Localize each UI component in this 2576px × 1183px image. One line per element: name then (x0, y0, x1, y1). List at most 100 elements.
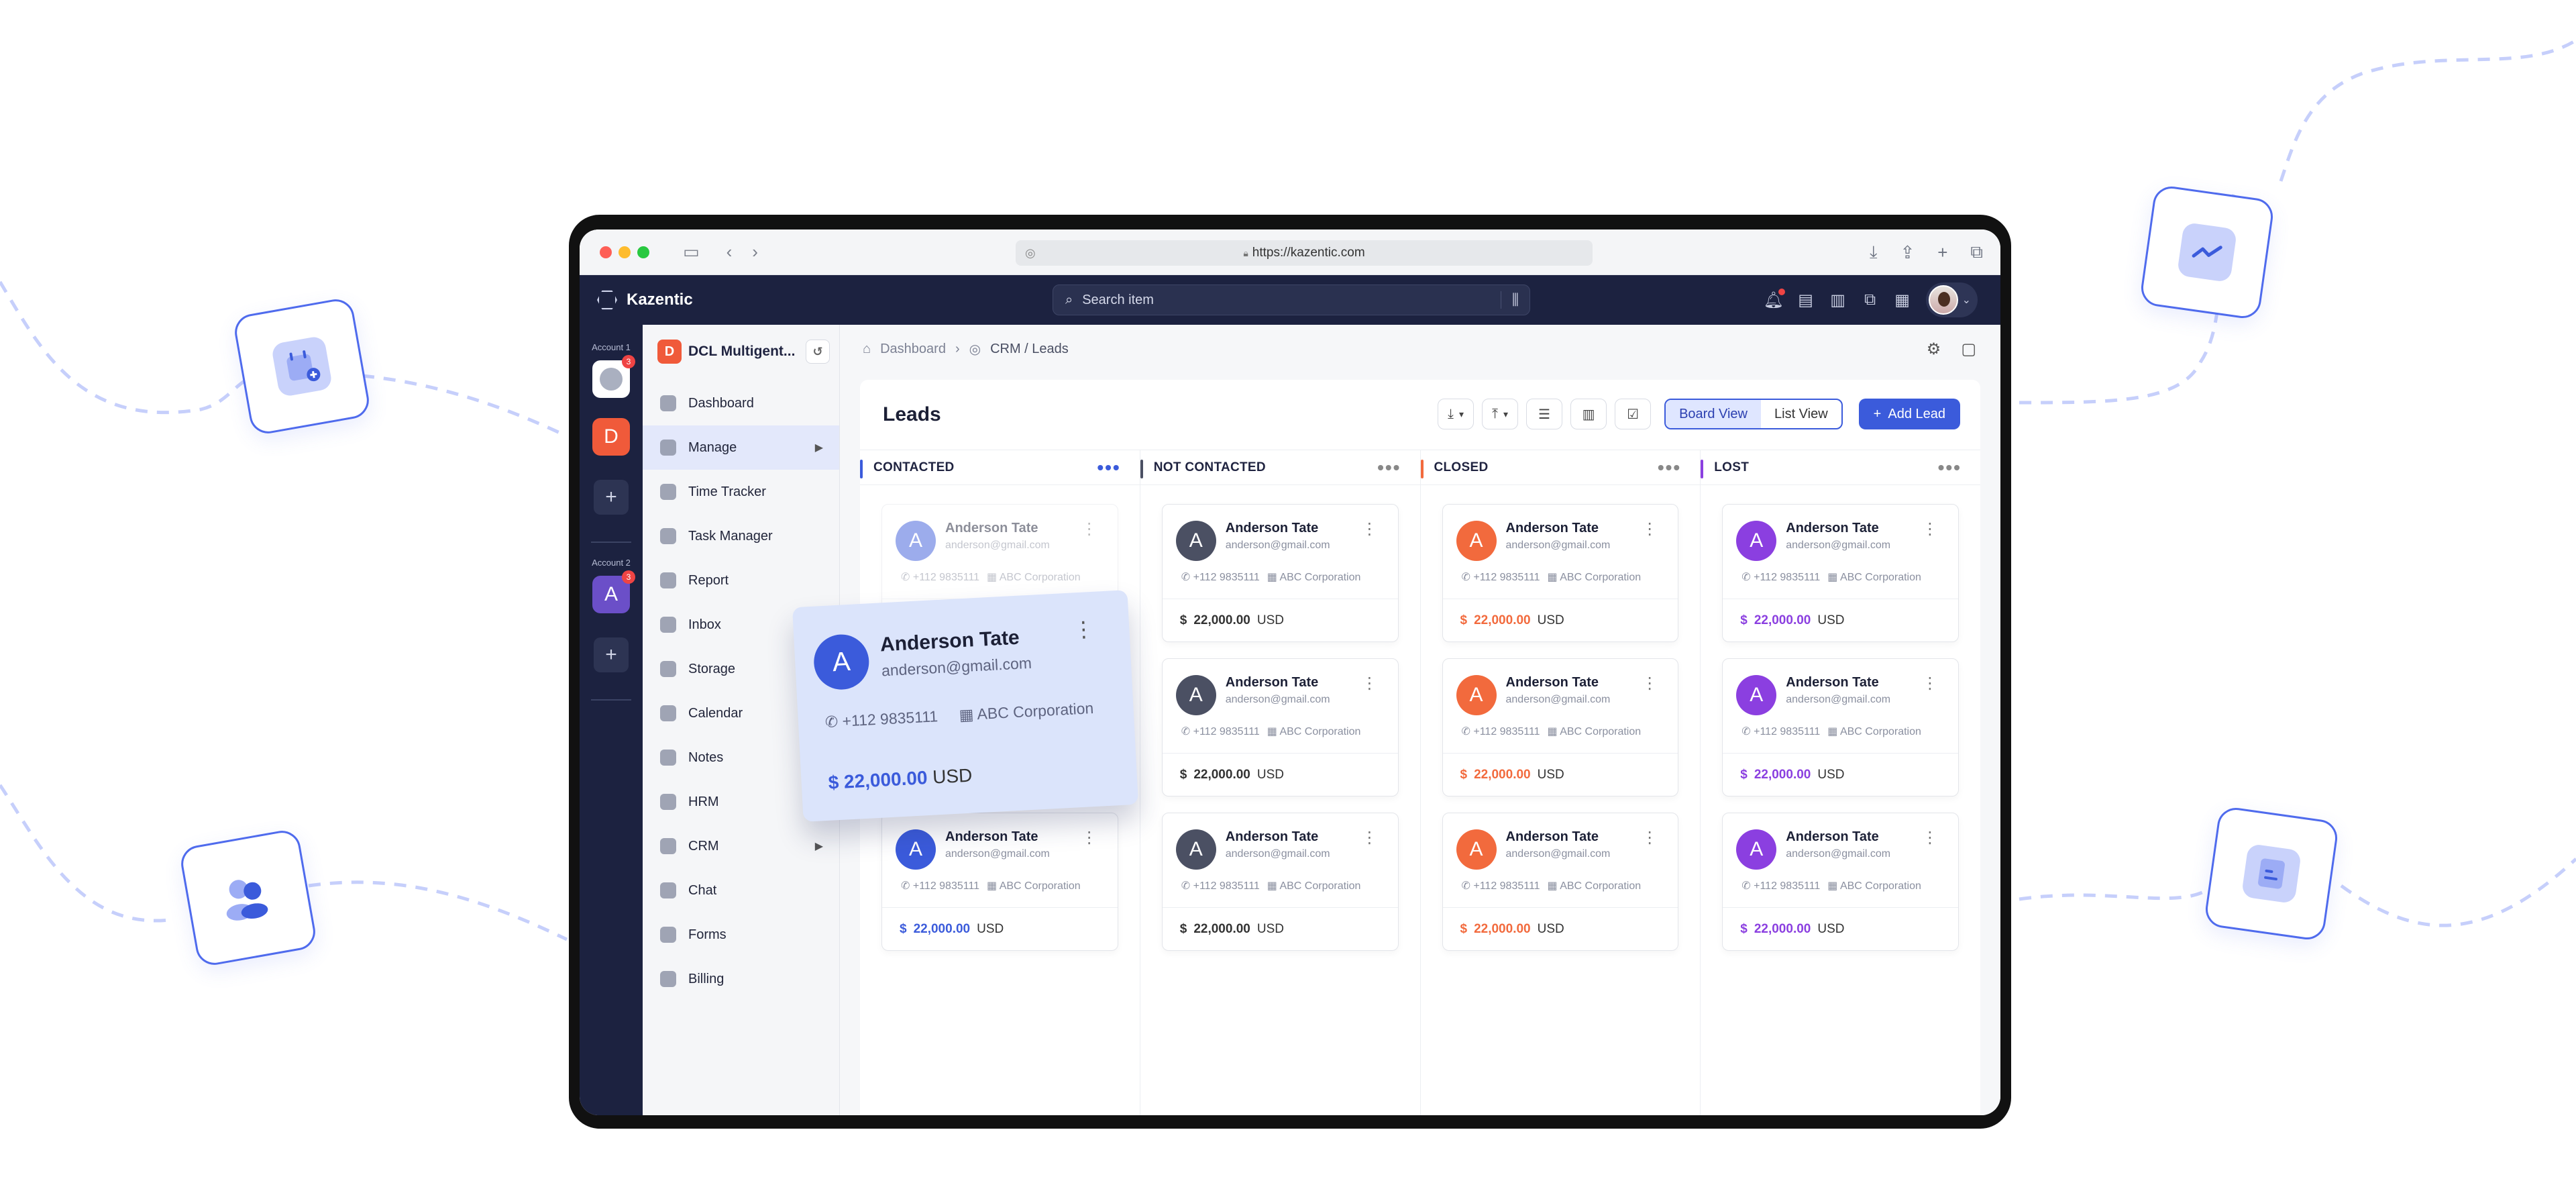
upload-icon: ⤒ (1492, 406, 1498, 421)
new-tab-icon[interactable]: + (1937, 242, 1947, 263)
kebab-menu-icon[interactable]: ⋮ (1362, 519, 1378, 539)
lead-card[interactable]: A Anderson Tate anderson@gmail.com ⋮ ✆ +112 … (1442, 504, 1679, 642)
lead-card[interactable]: A Anderson Tate anderson@gmail.com ⋮ ✆ +112 … (1161, 504, 1399, 642)
brand[interactable]: Kazentic (597, 290, 693, 310)
close-window-dot[interactable] (600, 246, 612, 258)
storage-icon (660, 661, 676, 677)
building-icon: ▦ (1267, 880, 1280, 892)
lead-card[interactable]: A Anderson Tate anderson@gmail.com ⋮ ✆ +112 … (1722, 658, 1959, 796)
kebab-menu-icon[interactable]: ⋮ (1362, 674, 1378, 693)
upload-menu-button[interactable]: ⤒ ▾ (1482, 399, 1519, 429)
sidebar-item-forms[interactable]: Forms (643, 913, 839, 957)
sidebar-item-dashboard[interactable]: Dashboard (643, 381, 839, 425)
site-settings-icon[interactable]: ◎ (1025, 246, 1036, 260)
notes-icon[interactable]: ▤ (1797, 291, 1815, 309)
sidebar-item-task-manager[interactable]: Task Manager (643, 514, 839, 558)
kebab-menu-icon[interactable]: ⋮ (1081, 828, 1097, 847)
sidebar-toggle-icon[interactable]: ▭ (683, 242, 700, 262)
kebab-menu-icon[interactable]: ⋮ (1922, 828, 1938, 847)
kebab-menu-icon[interactable]: ⋮ (1362, 828, 1378, 847)
add-workspace-2-button[interactable]: + (594, 637, 629, 672)
lead-amount-value: 22,000.00 (1754, 767, 1811, 782)
integrations-icon[interactable]: ⧉ (1862, 291, 1879, 309)
lead-phone-text: +112 9835111 (1473, 726, 1540, 737)
notification-dot (1778, 289, 1785, 295)
list-view-tab[interactable]: List View (1761, 400, 1841, 428)
account2-avatar[interactable]: A 3 (592, 570, 635, 613)
address-bar[interactable]: ◎ 🔒︎ https://kazentic.com (1016, 240, 1593, 266)
phone-icon: ✆ (1461, 880, 1474, 892)
lead-card[interactable]: A Anderson Tate anderson@gmail.com ⋮ ✆ +112 … (881, 813, 1118, 951)
kebab-menu-icon[interactable]: ⋮ (1642, 519, 1658, 539)
share-icon[interactable]: ⇪ (1900, 242, 1915, 263)
column-more-icon[interactable]: ••• (1097, 457, 1120, 478)
back-icon[interactable]: ‹ (727, 242, 733, 262)
kebab-menu-icon[interactable]: ⋮ (1922, 674, 1938, 693)
chevron-right-icon: ▶ (814, 442, 823, 454)
lead-card[interactable]: A Anderson Tate anderson@gmail.com ⋮ ✆ +112 … (1722, 504, 1959, 642)
filter-button[interactable]: ☰ (1526, 399, 1563, 429)
workspace-d-tile[interactable]: D (592, 418, 630, 456)
workspace-header[interactable]: D DCL Multigent... ↺ (657, 340, 830, 364)
maximize-window-dot[interactable] (637, 246, 649, 258)
minimize-window-dot[interactable] (619, 246, 631, 258)
forward-icon[interactable]: › (752, 242, 758, 262)
lead-name: Anderson Tate (945, 521, 1038, 535)
sidebar-item-manage[interactable]: Manage ▶ (643, 425, 839, 470)
sidebar-item-billing[interactable]: Billing (643, 957, 839, 1001)
lead-company: ▦ ABC Corporation (1267, 570, 1361, 584)
notifications-icon[interactable]: 🔔︎ (1763, 289, 1785, 309)
download-icon[interactable]: ⤓ (1870, 242, 1878, 263)
dragged-lead-card[interactable]: A Anderson Tate anderson@gmail.com ⋮ ✆ +… (792, 590, 1139, 822)
kebab-menu-icon[interactable]: ⋮ (1072, 616, 1095, 643)
document-tile (2203, 805, 2340, 942)
checklist-button[interactable]: ☑ (1615, 399, 1652, 429)
sidebar-item-report[interactable]: Report (643, 558, 839, 603)
lead-company: ▦ ABC Corporation (959, 699, 1094, 724)
kebab-menu-icon[interactable]: ⋮ (1081, 519, 1097, 539)
sidebar-item-label: Dashboard (688, 395, 754, 411)
lead-card[interactable]: A Anderson Tate anderson@gmail.com ⋮ ✆ +112 … (1442, 813, 1679, 951)
settings-icon[interactable]: ⚙︎ (1927, 340, 1941, 359)
card-list: A Anderson Tate anderson@gmail.com ⋮ ✆ +112 … (1701, 485, 1980, 951)
add-lead-button[interactable]: + Add Lead (1858, 399, 1960, 429)
lead-card[interactable]: A Anderson Tate anderson@gmail.com ⋮ ✆ +112 … (1442, 658, 1679, 796)
account1-avatar[interactable]: 3 (592, 355, 635, 398)
board-view-tab[interactable]: Board View (1666, 400, 1761, 428)
sidebar-item-label: HRM (688, 794, 719, 809)
sidebar-item-time-tracker[interactable]: Time Tracker (643, 470, 839, 514)
add-workspace-button[interactable]: + (594, 480, 629, 515)
kebab-menu-icon[interactable]: ⋮ (1922, 519, 1938, 539)
apps-grid-icon[interactable]: ▦ (1894, 291, 1911, 309)
phone-icon: ✆ (1461, 726, 1474, 737)
download-menu-button[interactable]: ⤓ ▾ (1438, 399, 1474, 429)
lead-card[interactable]: A Anderson Tate anderson@gmail.com ⋮ ✆ +112 … (1161, 813, 1399, 951)
lead-phone: ✆ +112 9835111 (1181, 879, 1260, 892)
column-header: NOT CONTACTED ••• (1140, 450, 1420, 485)
phone-icon: ✆ (901, 572, 913, 583)
lead-phone-text: +112 9835111 (912, 572, 980, 583)
phone-icon: ✆ (901, 880, 913, 892)
lead-name: Anderson Tate (1786, 675, 1879, 690)
feedback-icon[interactable]: ▢ (1961, 340, 1976, 359)
voice-search-icon[interactable]: ⫼ (1500, 291, 1519, 309)
search-input[interactable]: ⌕ Search item ⫼ (1053, 285, 1530, 315)
columns-button[interactable]: ▥ (1570, 399, 1607, 429)
lead-card[interactable]: A Anderson Tate anderson@gmail.com ⋮ ✆ +112 … (1722, 813, 1959, 951)
lead-avatar: A (1175, 829, 1216, 870)
breadcrumb-dashboard[interactable]: Dashboard (880, 342, 946, 357)
sidebar-item-crm[interactable]: CRM ▶ (643, 824, 839, 868)
kebab-menu-icon[interactable]: ⋮ (1642, 674, 1658, 693)
lead-currency: USD (1537, 767, 1564, 782)
profile-menu[interactable]: ⌄ (1925, 282, 1978, 317)
clipboard-icon[interactable]: ▥ (1829, 291, 1847, 309)
tabs-overview-icon[interactable]: ⧉ (1970, 242, 1983, 263)
column-more-icon[interactable]: ••• (1938, 457, 1962, 478)
lead-card[interactable]: A Anderson Tate anderson@gmail.com ⋮ ✆ +112 … (1161, 658, 1399, 796)
collapse-sidebar-icon[interactable]: ↺ (806, 340, 830, 364)
column-more-icon[interactable]: ••• (1658, 457, 1681, 478)
column-more-icon[interactable]: ••• (1377, 457, 1401, 478)
kebab-menu-icon[interactable]: ⋮ (1642, 828, 1658, 847)
stage: ▭ ‹ › ◎ 🔒︎ https://kazentic.com ⤓ ⇪ + ⧉ (0, 0, 2576, 1183)
sidebar-item-chat[interactable]: Chat (643, 868, 839, 913)
